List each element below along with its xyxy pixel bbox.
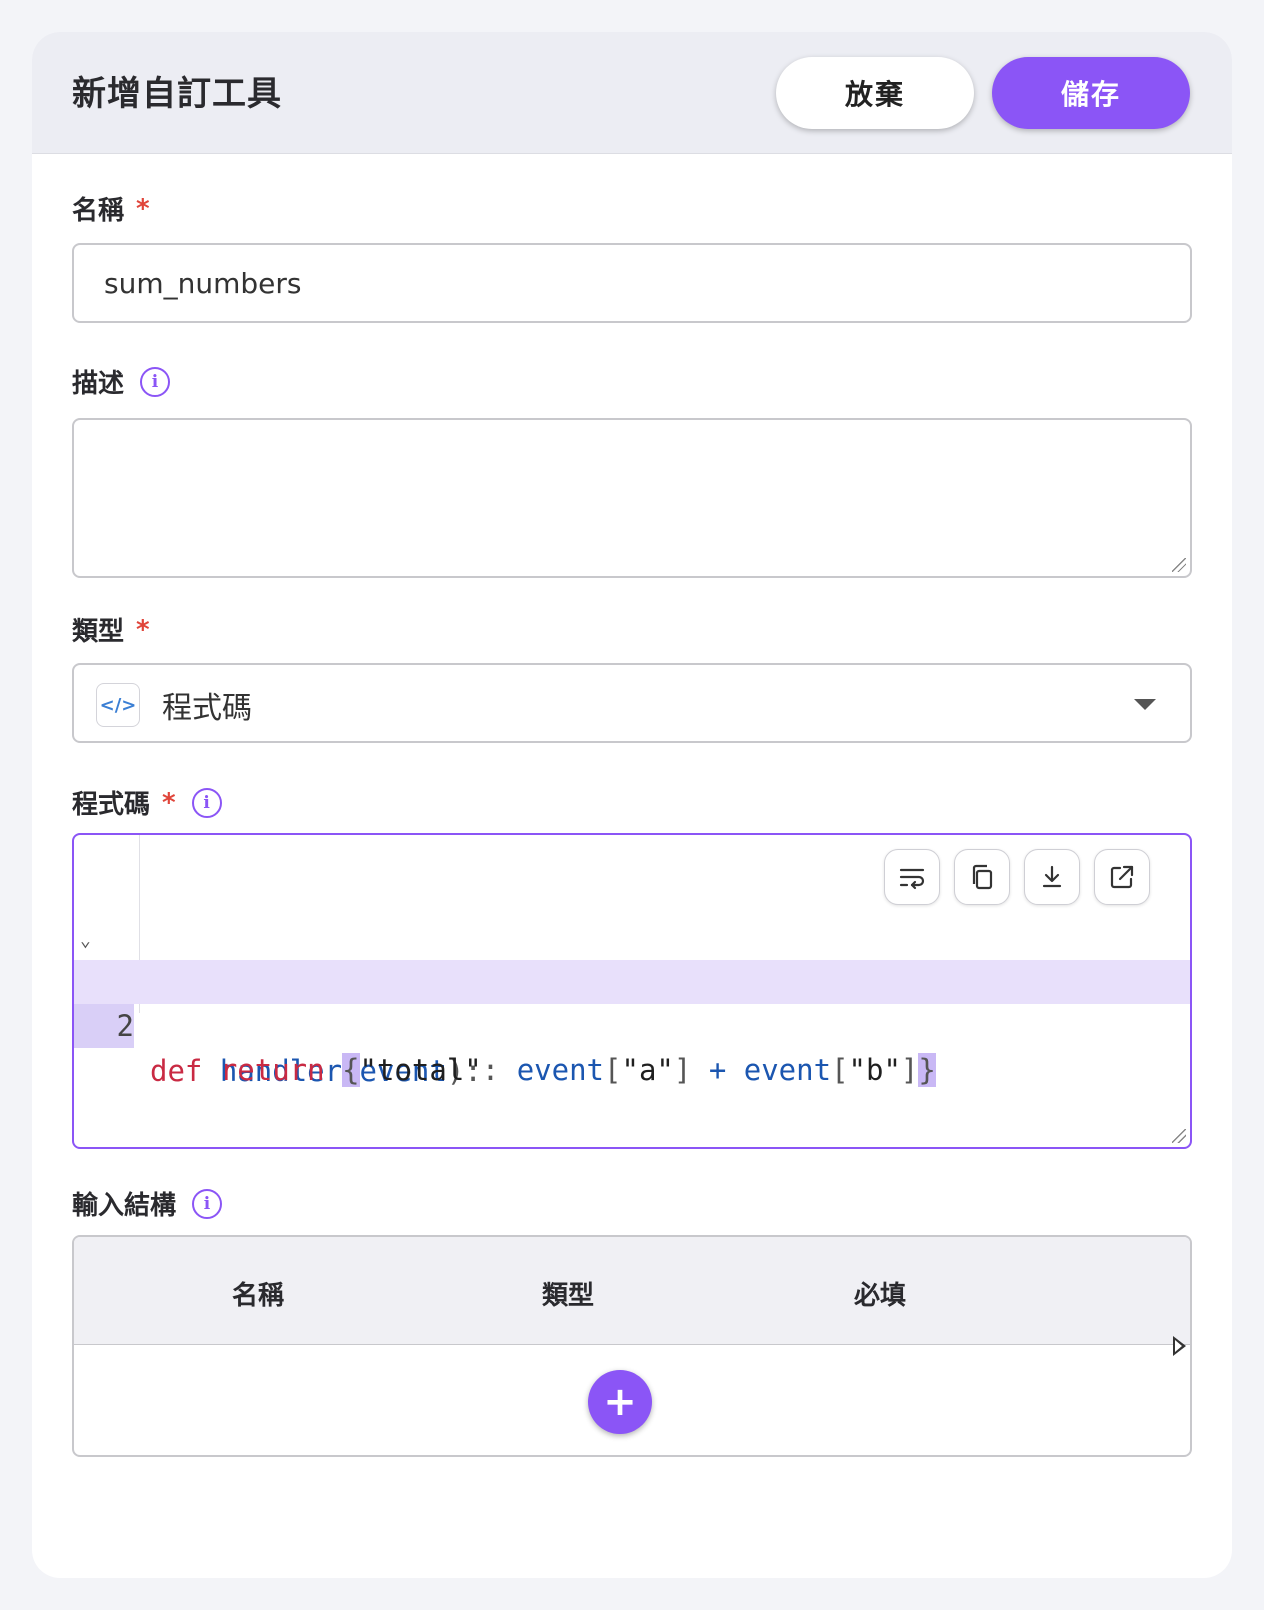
type-label: 類型: [72, 617, 125, 647]
code-label-group: 程式碼 * i: [72, 784, 222, 821]
column-header-name: 名稱: [232, 1281, 285, 1311]
input-schema-label-group: 輸入結構 i: [72, 1185, 223, 1222]
page-title: 新增自訂工具: [72, 74, 282, 114]
line-number: 2: [74, 1004, 134, 1048]
input-schema-table: 名稱 類型 必填 +: [72, 1235, 1192, 1457]
required-mark: *: [136, 614, 150, 645]
info-icon[interactable]: i: [191, 787, 222, 818]
description-label: 描述: [72, 369, 125, 399]
custom-tool-form-card: 新增自訂工具 放棄 儲存 名稱 * sum_numbers 描述 i 類型 * …: [32, 32, 1232, 1578]
info-icon[interactable]: i: [140, 366, 171, 397]
code-editor[interactable]: ⌄ 1 def handler(event): 2 return {"total…: [72, 833, 1192, 1149]
code-label: 程式碼: [72, 790, 151, 820]
column-header-type: 類型: [542, 1281, 595, 1311]
type-label-group: 類型 *: [72, 611, 150, 648]
required-mark: *: [136, 193, 150, 224]
name-label: 名稱: [72, 196, 125, 226]
add-row-button[interactable]: +: [588, 1370, 652, 1434]
input-schema-label: 輸入結構: [72, 1191, 177, 1221]
resize-handle-icon[interactable]: [1172, 558, 1186, 572]
required-mark: *: [162, 787, 176, 818]
scroll-right-arrow-icon[interactable]: [1173, 1336, 1186, 1356]
info-icon[interactable]: i: [192, 1188, 223, 1219]
name-label-group: 名稱 *: [72, 190, 150, 227]
wrap-icon[interactable]: [884, 849, 940, 905]
open-external-icon[interactable]: [1094, 849, 1150, 905]
code-line-active: 2 return {"total": event["a"] + event["b…: [74, 960, 1190, 1087]
copy-icon[interactable]: [954, 849, 1010, 905]
download-icon[interactable]: [1024, 849, 1080, 905]
description-textarea[interactable]: [72, 418, 1192, 578]
plus-icon: +: [603, 1379, 637, 1425]
code-icon: </>: [96, 683, 140, 727]
fold-chevron-icon[interactable]: ⌄: [80, 919, 91, 963]
chevron-down-icon[interactable]: [1134, 699, 1156, 710]
column-header-required: 必填: [854, 1281, 907, 1311]
code-line-text: return {"total": event["a"] + event["b"]…: [219, 1053, 936, 1087]
name-input[interactable]: sum_numbers: [72, 243, 1192, 323]
table-header: 名稱 類型 必填: [74, 1237, 1190, 1345]
description-label-group: 描述 i: [72, 363, 171, 400]
type-select-value: 程式碼: [162, 691, 252, 726]
type-select[interactable]: </> 程式碼: [72, 663, 1192, 743]
code-line: ⌄ 1 def handler(event):: [74, 917, 1190, 1088]
resize-handle-icon[interactable]: [1172, 1129, 1186, 1143]
discard-button[interactable]: 放棄: [776, 57, 974, 129]
name-input-value: sum_numbers: [104, 266, 302, 300]
form-header: 新增自訂工具 放棄 儲存: [32, 32, 1232, 154]
save-button[interactable]: 儲存: [992, 57, 1190, 129]
